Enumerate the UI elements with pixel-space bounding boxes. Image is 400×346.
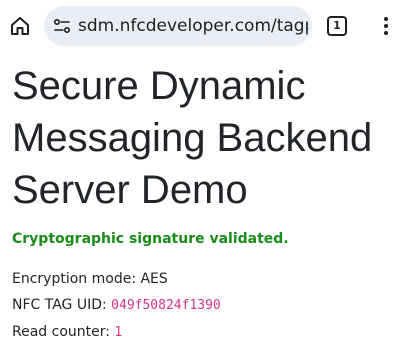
tag-uid-label: NFC TAG UID:: [12, 297, 107, 313]
validation-status: Cryptographic signature validated.: [12, 231, 289, 247]
tab-switcher-button[interactable]: 1: [327, 16, 347, 36]
read-counter-row: Read counter: 1: [12, 319, 392, 346]
encryption-mode-value: AES: [140, 271, 168, 287]
tag-info: Encryption mode: AES NFC TAG UID: 049f50…: [12, 266, 392, 346]
site-settings-icon: [53, 18, 71, 34]
encryption-mode-row: Encryption mode: AES: [12, 266, 392, 292]
address-bar[interactable]: sdm.nfcdeveloper.com/tagpt: [44, 6, 312, 46]
url-text[interactable]: sdm.nfcdeveloper.com/tagpt: [78, 16, 308, 36]
browser-toolbar: sdm.nfcdeveloper.com/tagpt 1: [0, 0, 400, 54]
read-counter-value: 1: [114, 325, 123, 340]
encryption-mode-label: Encryption mode:: [12, 271, 137, 287]
tag-uid-row: NFC TAG UID: 049f50824f1390: [12, 292, 392, 319]
more-vert-icon[interactable]: [378, 14, 394, 38]
page-title: Secure Dynamic Messaging Backend Server …: [12, 64, 373, 212]
home-icon: [11, 17, 29, 35]
site-info-button[interactable]: [52, 16, 72, 36]
tag-uid-value: 049f50824f1390: [111, 298, 221, 313]
home-button[interactable]: [6, 12, 34, 40]
page-content: Secure Dynamic Messaging Backend Server …: [12, 60, 392, 346]
read-counter-label: Read counter:: [12, 324, 110, 340]
